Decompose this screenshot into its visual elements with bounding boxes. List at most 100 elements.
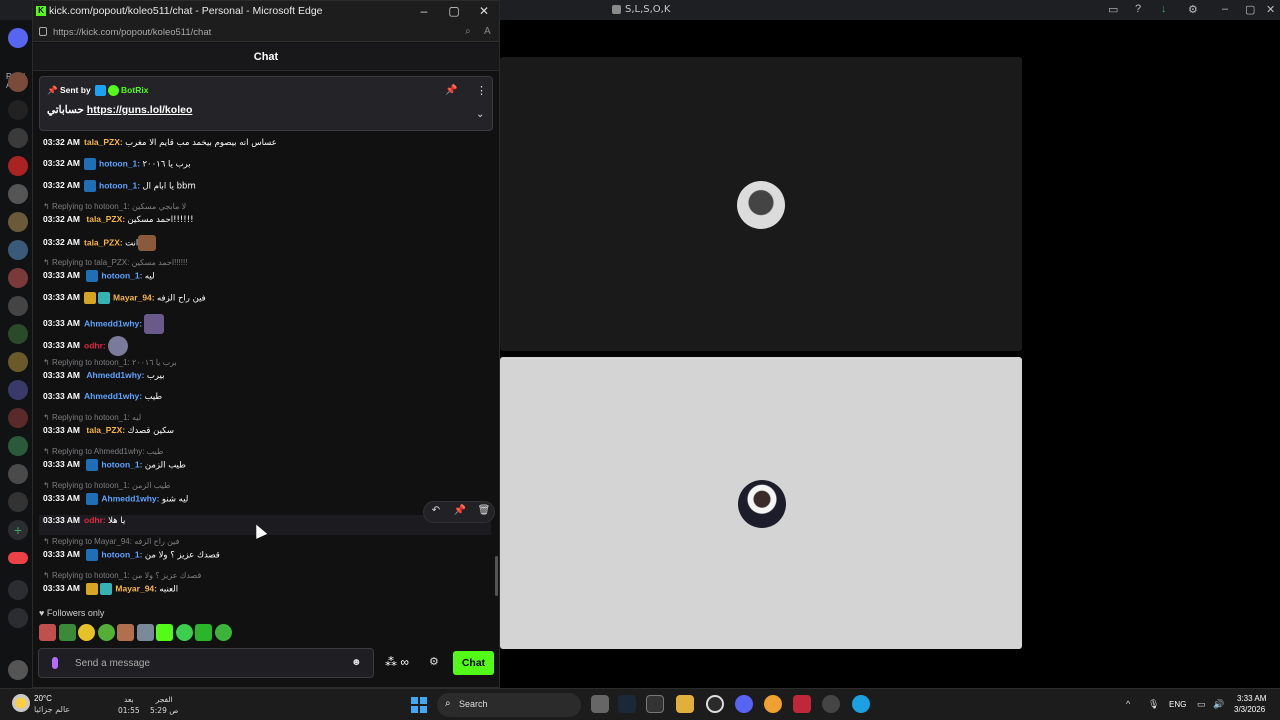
- clock-time[interactable]: 3:33 AM: [1237, 694, 1266, 703]
- reply-context[interactable]: ↰ Replying to tala_PZX: احمد مسكين!!!!!!: [43, 258, 187, 267]
- emote-button[interactable]: [175, 624, 193, 642]
- server-icon[interactable]: [8, 408, 28, 428]
- prayer-widget[interactable]: بعد 01:55: [118, 694, 140, 716]
- message-username[interactable]: odhr:: [84, 515, 106, 525]
- reply-context[interactable]: ↰ Replying to hotoon_1: لا مابجي مسكين: [43, 202, 186, 211]
- maximize-button[interactable]: ▢: [446, 4, 462, 18]
- obs-icon[interactable]: [706, 695, 724, 713]
- pinned-message[interactable]: 📌 Sent by BotRix حساباتي https://guns.lo…: [39, 76, 493, 131]
- reply-context[interactable]: ↰ Replying to hotoon_1: برب يا ٢٠٠١٦: [43, 358, 177, 367]
- message-username[interactable]: Ahmedd1why:: [101, 493, 159, 503]
- adobe-icon[interactable]: [793, 695, 811, 713]
- windows-start-icon[interactable]: [411, 697, 427, 713]
- pinned-link[interactable]: https://guns.lol/koleo: [87, 104, 193, 116]
- taskbar-search[interactable]: ⌕ Search: [437, 693, 581, 717]
- steam-icon[interactable]: [618, 695, 636, 713]
- chat-message[interactable]: 03:33 AM Ahmedd1why: بيرب: [43, 370, 493, 390]
- file-manager-icon[interactable]: [591, 695, 609, 713]
- server-icon[interactable]: [8, 240, 28, 260]
- pinned-bot-name[interactable]: BotRix: [121, 85, 148, 95]
- emote-button[interactable]: [156, 624, 173, 642]
- settings-icon[interactable]: ⚙: [1188, 3, 1198, 16]
- home-server-icon[interactable]: [8, 28, 28, 48]
- chat-input-box[interactable]: ☻: [38, 648, 374, 678]
- chat-message[interactable]: 03:32 AM tala_PZX: انت: [43, 235, 493, 255]
- emote-button[interactable]: [39, 624, 56, 642]
- server-icon[interactable]: [8, 268, 28, 288]
- add-server-icon[interactable]: +: [8, 520, 28, 540]
- server-icon[interactable]: [8, 184, 28, 204]
- address-bar[interactable]: https://kick.com/popout/koleo511/chat ⌕ …: [33, 22, 499, 42]
- server-icon[interactable]: [8, 492, 28, 512]
- weather-temperature[interactable]: 20°C: [34, 694, 52, 703]
- reply-context[interactable]: ↰ Replying to hotoon_1: طيب الزمن: [43, 481, 170, 490]
- chat-message[interactable]: 03:32 AM hotoon_1: يا ابام ال bbm: [43, 180, 493, 200]
- emote-button[interactable]: [195, 624, 212, 642]
- channel-points-icon[interactable]: ⁂ ∞: [385, 655, 409, 669]
- discover-icon[interactable]: [8, 580, 28, 600]
- language-indicator[interactable]: ENG: [1169, 700, 1186, 709]
- server-icon[interactable]: [8, 212, 28, 232]
- emoji-icon[interactable]: ☻: [351, 657, 362, 668]
- message-username[interactable]: Mayar_94:: [113, 292, 155, 302]
- url-text[interactable]: https://kick.com/popout/koleo511/chat: [53, 27, 211, 38]
- close-button[interactable]: ✕: [1266, 3, 1275, 16]
- chat-message[interactable]: 03:33 AM Mayar_94: فين راح الزفه: [43, 292, 493, 312]
- reply-context[interactable]: ↰ Replying to Ahmedd1why: طيب: [43, 447, 163, 456]
- emote-button[interactable]: [136, 624, 154, 642]
- steam-client-icon[interactable]: [822, 695, 840, 713]
- message-username[interactable]: Mayar_94:: [115, 583, 157, 593]
- read-aloud-icon[interactable]: A: [484, 26, 491, 37]
- emote-button[interactable]: [97, 624, 115, 642]
- minimize-button[interactable]: –: [416, 4, 432, 18]
- chat-message[interactable]: 03:33 AM Ahmedd1why: طيب: [43, 391, 493, 411]
- help-icon[interactable]: ?: [1135, 3, 1141, 15]
- inbox-icon[interactable]: ▭: [1108, 3, 1118, 16]
- minimize-button[interactable]: –: [1222, 3, 1228, 15]
- reply-icon[interactable]: ↶: [428, 505, 444, 516]
- gear-icon[interactable]: ⚙: [429, 655, 439, 668]
- message-username[interactable]: Ahmedd1why:: [86, 370, 144, 380]
- message-username[interactable]: odhr:: [84, 340, 106, 350]
- chat-message[interactable]: 03:32 AM hotoon_1: برب يا ٢٠٠١٦: [43, 158, 493, 178]
- server-icon[interactable]: [8, 436, 28, 456]
- send-chat-button[interactable]: Chat: [453, 651, 494, 675]
- reply-context[interactable]: ↰ Replying to hotoon_1: ليه: [43, 413, 141, 422]
- server-icon[interactable]: [8, 156, 28, 176]
- download-icon[interactable]: ↓: [1161, 3, 1167, 15]
- server-icon[interactable]: [8, 464, 28, 484]
- pin-icon[interactable]: 📌: [452, 505, 468, 516]
- server-icon[interactable]: [8, 72, 28, 92]
- message-username[interactable]: hotoon_1:: [99, 180, 140, 190]
- maximize-button[interactable]: ▢: [1245, 3, 1255, 16]
- microphone-icon[interactable]: [52, 657, 58, 669]
- microphone-tray-icon[interactable]: 🎙: [1148, 699, 1159, 710]
- weather-icon[interactable]: [12, 694, 30, 712]
- chat-message[interactable]: 03:33 AM hotoon_1: ليه: [43, 270, 493, 290]
- delete-icon[interactable]: 🗑: [476, 505, 492, 516]
- volume-icon[interactable]: 🔊: [1213, 699, 1224, 710]
- edge-icon[interactable]: [852, 695, 870, 713]
- chat-message[interactable]: 03:33 AM Mayar_94: العنبه: [43, 583, 493, 603]
- emote-button[interactable]: [214, 624, 232, 642]
- message-username[interactable]: hotoon_1:: [101, 549, 142, 559]
- download-apps-icon[interactable]: [8, 608, 28, 628]
- server-icon[interactable]: [8, 296, 28, 316]
- chat-message[interactable]: 03:32 AM tala_PZX: احمد مسكين!!!!!!: [43, 214, 493, 234]
- chat-message[interactable]: 03:33 AM odhr:: [43, 336, 493, 356]
- emote-button[interactable]: [78, 624, 95, 642]
- discord-icon[interactable]: [735, 695, 753, 713]
- message-username[interactable]: Ahmedd1why:: [84, 318, 142, 328]
- weather-description[interactable]: عالم جزائيا: [34, 705, 70, 714]
- unpin-icon[interactable]: 📌: [445, 85, 457, 96]
- message-username[interactable]: tala_PZX:: [86, 425, 125, 435]
- chat-scrollbar[interactable]: [495, 556, 498, 596]
- zoom-icon[interactable]: ⌕: [465, 26, 471, 37]
- clock-date[interactable]: 3/3/2026: [1234, 705, 1265, 714]
- chevron-down-icon[interactable]: ⌄: [476, 109, 484, 120]
- network-icon[interactable]: ▭: [1197, 699, 1206, 710]
- more-options-icon[interactable]: ⋮: [476, 84, 487, 97]
- epic-games-icon[interactable]: [646, 695, 664, 713]
- message-username[interactable]: tala_PZX:: [86, 214, 125, 224]
- message-username[interactable]: hotoon_1:: [101, 459, 142, 469]
